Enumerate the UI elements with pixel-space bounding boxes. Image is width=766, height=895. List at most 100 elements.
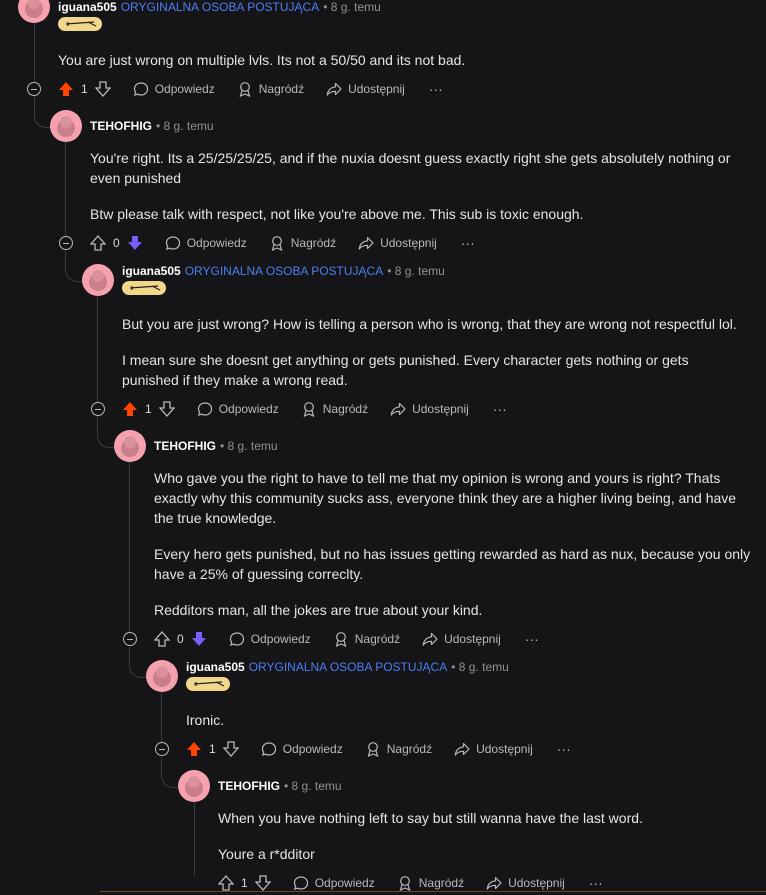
- thread-line: [194, 802, 195, 876]
- more-icon[interactable]: ···: [525, 631, 539, 647]
- reply-button[interactable]: Odpowiedz: [133, 81, 215, 97]
- vote-controls: 0: [154, 631, 207, 647]
- vote-count: 1: [241, 876, 248, 890]
- award-button[interactable]: Nagródź: [269, 235, 336, 251]
- author-name[interactable]: iguana505: [186, 660, 245, 674]
- comment-icon: [197, 402, 212, 416]
- timestamp[interactable]: • 8 g. temu: [156, 119, 214, 133]
- share-button[interactable]: Udostępnij: [422, 631, 501, 647]
- avatar[interactable]: [82, 264, 114, 296]
- comment-paragraph: When you have nothing left to say but st…: [218, 810, 643, 826]
- comment-icon: [229, 632, 244, 646]
- downvote-icon[interactable]: [158, 401, 175, 417]
- timestamp[interactable]: • 8 g. temu: [220, 439, 278, 453]
- vote-count: 1: [81, 82, 88, 96]
- user-flair: [58, 17, 102, 31]
- comment-actions: 1 Odpowiedz Nagródź Udostępnij ···: [218, 871, 603, 895]
- collapse-icon[interactable]: [59, 236, 73, 250]
- comment-paragraph: I mean sure she doesnt get anything or g…: [122, 352, 689, 388]
- collapse-icon[interactable]: [27, 82, 41, 96]
- comment-paragraph: You're right. Its a 25/25/25/25, and if …: [90, 150, 731, 186]
- sword-icon: [129, 285, 161, 291]
- award-label: Nagródź: [290, 236, 337, 250]
- comment-paragraph: Btw please talk with respect, not like y…: [90, 206, 584, 222]
- reply-button[interactable]: Odpowiedz: [197, 401, 279, 417]
- award-button[interactable]: Nagródź: [365, 741, 432, 757]
- award-button[interactable]: Nagródź: [397, 875, 464, 891]
- author-name[interactable]: TEHOFHIG: [154, 439, 216, 453]
- reply-label: Odpowiedz: [250, 632, 311, 646]
- avatar[interactable]: [114, 430, 146, 462]
- avatar[interactable]: [146, 660, 178, 692]
- timestamp[interactable]: • 8 g. temu: [387, 264, 445, 278]
- award-button[interactable]: Nagródź: [237, 81, 304, 97]
- upvote-icon[interactable]: [218, 875, 234, 891]
- share-button[interactable]: Udostępnij: [390, 401, 469, 417]
- share-label: Udostępnij: [508, 876, 565, 890]
- avatar-icon: [153, 666, 171, 687]
- thread-elbow: [97, 417, 114, 448]
- timestamp[interactable]: • 8 g. temu: [451, 660, 509, 674]
- award-icon: [239, 82, 251, 97]
- thread-elbow: [65, 251, 82, 282]
- author-name[interactable]: iguana505: [58, 0, 117, 14]
- more-icon[interactable]: ···: [429, 81, 443, 97]
- collapse-icon[interactable]: [123, 632, 137, 646]
- more-icon[interactable]: ···: [557, 741, 571, 757]
- collapse-icon[interactable]: [91, 402, 105, 416]
- user-flair: [122, 281, 166, 295]
- upvote-icon[interactable]: [90, 235, 106, 251]
- avatar[interactable]: [18, 0, 50, 23]
- comment-actions: 1 Odpowiedz Nagródź Udostępnij ···: [27, 77, 443, 101]
- author-name[interactable]: iguana505: [122, 264, 181, 278]
- vote-count: 1: [145, 402, 152, 416]
- thread-line: [129, 462, 130, 632]
- avatar-icon: [89, 270, 107, 291]
- author-name[interactable]: TEHOFHIG: [218, 779, 280, 793]
- upvote-icon[interactable]: [154, 631, 170, 647]
- more-icon[interactable]: ···: [493, 401, 507, 417]
- more-icon[interactable]: ···: [461, 235, 475, 251]
- reply-button[interactable]: Odpowiedz: [229, 631, 311, 647]
- comment-icon: [133, 82, 148, 96]
- downvote-icon[interactable]: [254, 875, 271, 891]
- award-button[interactable]: Nagródź: [333, 631, 400, 647]
- thread-elbow: [161, 757, 178, 788]
- timestamp[interactable]: • 8 g. temu: [284, 779, 342, 793]
- comment-body: When you have nothing left to say but st…: [218, 808, 748, 880]
- share-button[interactable]: Udostępnij: [358, 235, 437, 251]
- comment-header: TEHOFHIG • 8 g. temu: [90, 119, 214, 133]
- comment-header: TEHOFHIG • 8 g. temu: [154, 439, 278, 453]
- share-button[interactable]: Udostępnij: [486, 875, 565, 891]
- comment-header: TEHOFHIG • 8 g. temu: [218, 779, 342, 793]
- reply-button[interactable]: Odpowiedz: [165, 235, 247, 251]
- avatar[interactable]: [50, 110, 82, 142]
- vote-controls: 0: [90, 235, 143, 251]
- more-icon[interactable]: ···: [589, 875, 603, 891]
- share-label: Udostępnij: [380, 236, 437, 250]
- timestamp[interactable]: • 8 g. temu: [323, 0, 381, 14]
- thread-line: [97, 296, 98, 402]
- reply-label: Odpowiedz: [154, 82, 215, 96]
- author-name[interactable]: TEHOFHIG: [90, 119, 152, 133]
- award-icon: [271, 236, 283, 251]
- share-icon: [422, 632, 438, 646]
- share-button[interactable]: Udostępnij: [326, 81, 405, 97]
- award-button[interactable]: Nagródź: [301, 401, 368, 417]
- upvote-icon[interactable]: [58, 81, 74, 97]
- downvote-icon[interactable]: [127, 235, 143, 251]
- upvote-icon[interactable]: [122, 401, 138, 417]
- downvote-icon[interactable]: [222, 741, 239, 757]
- upvote-icon[interactable]: [186, 741, 202, 757]
- reply-button[interactable]: Odpowiedz: [293, 875, 375, 891]
- share-button[interactable]: Udostępnij: [454, 741, 533, 757]
- share-icon: [326, 82, 342, 96]
- downvote-icon[interactable]: [94, 81, 111, 97]
- comment-body: But you are just wrong? How is telling a…: [122, 314, 752, 406]
- downvote-icon[interactable]: [191, 631, 207, 647]
- reply-button[interactable]: Odpowiedz: [261, 741, 343, 757]
- collapse-icon[interactable]: [155, 742, 169, 756]
- avatar[interactable]: [178, 770, 210, 802]
- reply-label: Odpowiedz: [282, 742, 343, 756]
- avatar-icon: [185, 776, 203, 797]
